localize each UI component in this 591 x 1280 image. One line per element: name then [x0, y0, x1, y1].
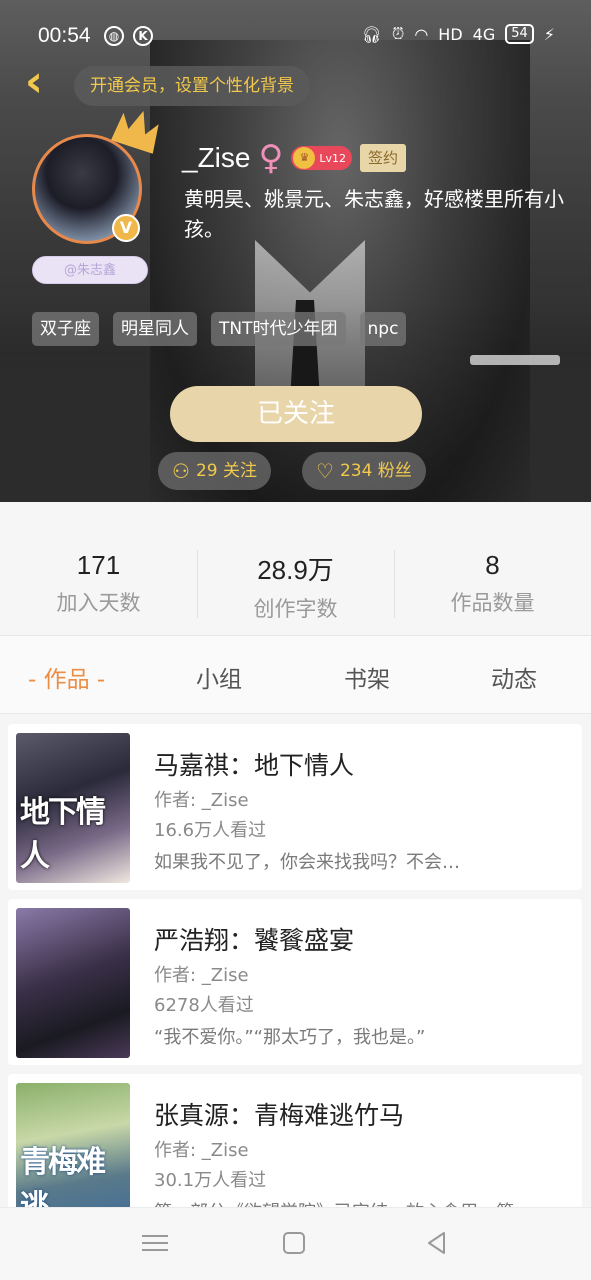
menu-icon[interactable]: [142, 1230, 168, 1256]
headphones-icon: 🎧︎: [361, 24, 382, 44]
stats-row: 171 加入天数 28.9万 创作字数 8 作品数量: [0, 502, 591, 636]
following-button[interactable]: ⚇ 29 关注: [158, 452, 271, 490]
status-bar: 00:54 ◍ K 🎧︎ ⏰︎ ◠ HD 4G 54 ⚡︎: [0, 0, 591, 72]
book-cover: [16, 908, 130, 1058]
cover-title: 地下情人: [20, 795, 106, 874]
following-label: 29 关注: [195, 461, 257, 481]
avatar-container[interactable]: V: [32, 134, 142, 244]
list-item[interactable]: 严浩翔：饕餮盛宴 作者: _Zise 6278人看过 “我不爱你。”“那太巧了，…: [8, 899, 582, 1065]
chevron-left-icon: ‹: [24, 56, 44, 107]
tab-activity[interactable]: 动态: [491, 660, 537, 694]
level-text: Lv12: [319, 151, 347, 165]
charging-icon: ⚡︎: [543, 24, 555, 44]
profile-header: 00:54 ◍ K 🎧︎ ⏰︎ ◠ HD 4G 54 ⚡︎ ‹ 开通会员，设置个…: [0, 0, 591, 502]
stat-join-days: 171 加入天数: [0, 550, 197, 617]
hd-label: HD: [438, 24, 463, 44]
verified-icon: V: [112, 214, 140, 242]
work-title: 马嘉祺：地下情人: [154, 751, 355, 780]
level-crown-icon: ♛: [293, 147, 316, 169]
name-row: _Zise ♀ ♛ Lv12 签约: [182, 138, 407, 178]
bio-text: 黄明昊、姚景元、朱志鑫，好感楼里所有小孩。: [184, 187, 564, 241]
stat-label: 创作字数: [253, 597, 338, 621]
followers-label: 234 粉丝: [339, 461, 412, 481]
stat-value: 28.9万: [257, 555, 334, 585]
tag-item[interactable]: 明星同人: [113, 312, 197, 346]
alarm-icon: ⏰︎: [391, 24, 405, 43]
book-cover: 地下情人: [16, 733, 130, 883]
status-time: 00:54: [38, 24, 91, 47]
signed-badge: 签约: [360, 144, 407, 172]
system-nav-bar: [0, 1207, 591, 1280]
followers-button[interactable]: ♡ 234 粉丝: [302, 452, 426, 490]
tab-works[interactable]: - 作品 -: [28, 660, 105, 694]
stat-word-count: 28.9万 创作字数: [197, 550, 394, 623]
wifi-icon: ◠: [414, 24, 429, 44]
profile-tags: 双子座 明星同人 TNT时代少年团 npc: [32, 312, 407, 346]
tag-item[interactable]: npc: [359, 312, 407, 346]
work-author: 作者: _Zise: [154, 965, 249, 986]
work-title: 严浩翔：饕餮盛宴: [154, 926, 355, 955]
status-right: 🎧︎ ⏰︎ ◠ HD 4G 54 ⚡︎: [362, 24, 555, 44]
tab-groups[interactable]: 小组: [196, 660, 242, 694]
work-views: 16.6万人看过: [154, 820, 267, 841]
back-button[interactable]: ‹: [14, 60, 54, 108]
female-icon: ♀: [258, 138, 284, 178]
work-author: 作者: _Zise: [154, 1140, 249, 1161]
stat-works-count: 8 作品数量: [394, 550, 591, 617]
user-add-icon: ⚇: [172, 459, 190, 483]
tab-bookshelf[interactable]: 书架: [344, 660, 390, 694]
network-label: 4G: [472, 24, 496, 44]
home-icon[interactable]: [283, 1232, 305, 1254]
back-icon[interactable]: [424, 1230, 450, 1256]
heart-icon: ♡: [316, 459, 334, 483]
stat-value: 171: [76, 550, 121, 580]
work-author: 作者: _Zise: [154, 790, 249, 811]
battery-icon: 54: [505, 24, 534, 44]
avatar-tag: @朱志鑫: [32, 256, 148, 284]
globe-icon: ◍: [104, 26, 124, 46]
username: _Zise: [182, 142, 251, 173]
level-badge: ♛ Lv12: [291, 146, 353, 170]
tag-item[interactable]: TNT时代少年团: [211, 312, 346, 346]
stat-value: 8: [485, 550, 500, 580]
work-views: 30.1万人看过: [154, 1170, 267, 1191]
list-item[interactable]: 地下情人 马嘉祺：地下情人 作者: _Zise 16.6万人看过 如果我不见了，…: [8, 724, 582, 890]
stat-label: 加入天数: [56, 591, 141, 615]
k-icon: K: [133, 26, 153, 46]
work-views: 6278人看过: [154, 995, 254, 1016]
work-title: 张真源：青梅难逃竹马: [154, 1101, 405, 1130]
tag-item[interactable]: 双子座: [32, 312, 99, 346]
work-description: 如果我不见了，你会来找我吗？不会…: [154, 852, 460, 873]
profile-tabs: - 作品 - 小组 书架 动态: [0, 636, 591, 714]
follow-button[interactable]: 已关注: [170, 386, 422, 442]
stat-label: 作品数量: [450, 591, 535, 615]
work-description: “我不爱你。”“那太巧了，我也是。”: [154, 1027, 426, 1048]
vip-background-tip[interactable]: 开通会员，设置个性化背景: [74, 66, 310, 106]
